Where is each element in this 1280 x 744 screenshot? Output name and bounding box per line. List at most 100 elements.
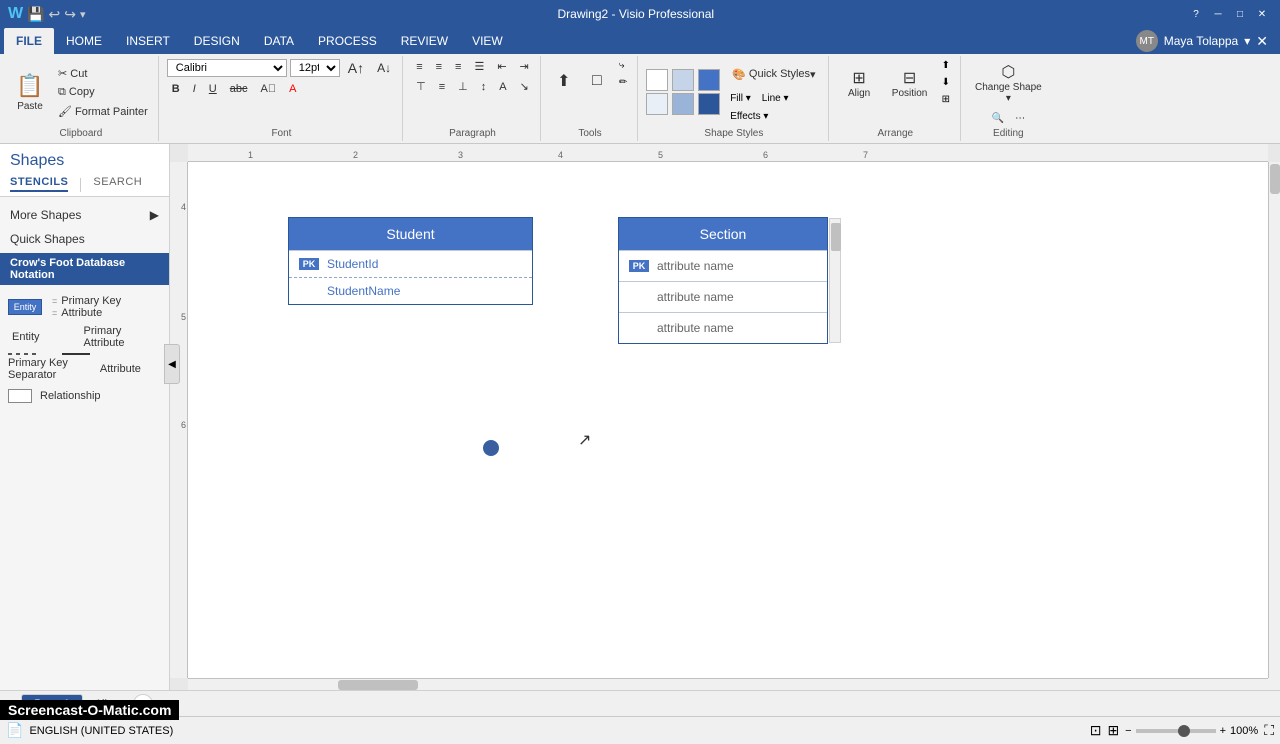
student-entity[interactable]: Student PK StudentId StudentName: [288, 217, 533, 305]
quick-access-toolbar[interactable]: W 💾 ↩ ↪ ▾: [8, 5, 86, 23]
close-btn[interactable]: ✕: [1252, 4, 1272, 24]
format-painter-button[interactable]: 🖌 Format Painter: [54, 103, 152, 120]
tab-process[interactable]: PROCESS: [306, 28, 389, 54]
scrollbar-v-thumb[interactable]: [1270, 164, 1280, 194]
help-btn[interactable]: ?: [1186, 4, 1206, 24]
valign-mid-btn[interactable]: ≡: [434, 79, 450, 95]
quick-shapes-item[interactable]: Quick Shapes: [0, 227, 169, 251]
minimize-btn[interactable]: ─: [1208, 4, 1228, 24]
style-swatch-5[interactable]: [672, 93, 694, 115]
window-controls[interactable]: ? ─ □ ✕: [1186, 4, 1272, 24]
ribbon-tabs[interactable]: FILE HOME INSERT DESIGN DATA PROCESS REV…: [0, 28, 1280, 54]
pk-shape-entry[interactable]: = = Primary KeyAttribute: [52, 295, 121, 319]
zoom-in-btn[interactable]: +: [1220, 725, 1226, 737]
ribbon-close-btn[interactable]: ✕: [1256, 33, 1268, 50]
text-dir-btn[interactable]: A: [494, 79, 511, 95]
user-name[interactable]: Maya Tolappa: [1164, 34, 1239, 48]
paste-button[interactable]: 📋 Paste: [10, 62, 50, 122]
strikethrough-btn[interactable]: abc: [225, 81, 253, 97]
align-left-btn[interactable]: ≡: [411, 59, 427, 75]
style-swatch-3[interactable]: [698, 69, 720, 91]
italic-btn[interactable]: I: [188, 81, 201, 97]
fullscreen-btn[interactable]: ⛶: [1264, 722, 1274, 739]
tab-file[interactable]: FILE: [4, 28, 54, 54]
search-tab[interactable]: SEARCH: [93, 176, 142, 192]
style-swatch-6[interactable]: [698, 93, 720, 115]
clear-format-btn[interactable]: A⃝: [256, 81, 282, 97]
scrollbar-h-thumb[interactable]: [338, 680, 418, 690]
align-btn[interactable]: ⊞ Align: [837, 58, 882, 108]
canvas-area[interactable]: 1 2 3 4 5 6 7 4 5 6 Student PK: [170, 144, 1280, 690]
section-entity[interactable]: Section PK attribute name attribute name…: [618, 217, 828, 344]
send-backward-btn[interactable]: ⬇: [938, 75, 954, 90]
font-family-select[interactable]: Calibri: [167, 59, 287, 77]
tab-review[interactable]: REVIEW: [389, 28, 460, 54]
style-swatch-1[interactable]: [646, 69, 668, 91]
student-row-studentid[interactable]: PK StudentId: [289, 250, 532, 277]
para-more-btn[interactable]: ↘: [515, 78, 534, 95]
section-row-2[interactable]: attribute name: [619, 281, 827, 312]
section-scrollbar[interactable]: [829, 218, 841, 343]
bullets-btn[interactable]: ☰: [469, 58, 489, 75]
pointer-tool-btn[interactable]: ⬆: [549, 58, 579, 103]
more-shapes-item[interactable]: More Shapes ▶: [0, 203, 169, 227]
separator-shape-entry[interactable]: [8, 353, 38, 355]
crows-foot-section[interactable]: Crow's Foot Database Notation: [0, 253, 169, 285]
attribute-shape-entry[interactable]: [62, 353, 90, 355]
stencils-tab[interactable]: STENCILS: [10, 176, 68, 192]
fit-page-btn[interactable]: ⊡: [1090, 722, 1102, 739]
increase-indent-btn[interactable]: ⇥: [515, 58, 534, 75]
quick-styles-btn[interactable]: 🎨 Quick Styles ▾: [726, 60, 821, 88]
canvas-scrollbar-h[interactable]: [188, 678, 1268, 690]
tab-data[interactable]: DATA: [252, 28, 306, 54]
font-size-select[interactable]: 12pt.: [290, 59, 340, 77]
effects-btn[interactable]: Effects ▾: [726, 109, 772, 124]
section-row-1[interactable]: PK attribute name: [619, 250, 827, 281]
shape-btn[interactable]: □: [582, 58, 612, 103]
style-swatch-2[interactable]: [672, 69, 694, 91]
tab-view[interactable]: VIEW: [460, 28, 515, 54]
relationship-shape-entry[interactable]: Relationship: [8, 389, 161, 403]
canvas[interactable]: Student PK StudentId StudentName Sectio: [188, 162, 1268, 678]
line-btn[interactable]: Line ▾: [758, 91, 793, 106]
spacing-btn[interactable]: ↕: [476, 79, 492, 95]
tab-design[interactable]: DESIGN: [182, 28, 252, 54]
redo-btn[interactable]: ↪: [64, 6, 76, 23]
align-center-btn[interactable]: ≡: [431, 59, 447, 75]
student-row-studentname[interactable]: StudentName: [289, 277, 532, 304]
grow-font-btn[interactable]: A↑: [343, 58, 369, 78]
group-btn[interactable]: ⊞: [938, 92, 954, 107]
bold-btn[interactable]: B: [167, 81, 185, 97]
valign-bot-btn[interactable]: ⊥: [453, 78, 473, 95]
sidebar-collapse-btn[interactable]: ◀: [164, 344, 180, 384]
cut-button[interactable]: ✂ Cut: [54, 65, 152, 82]
underline-btn[interactable]: U: [204, 81, 222, 97]
undo-btn[interactable]: ↩: [49, 6, 61, 23]
position-btn[interactable]: ⊟ Position: [885, 58, 935, 108]
decrease-indent-btn[interactable]: ⇤: [492, 58, 511, 75]
bring-forward-btn[interactable]: ⬆: [938, 58, 954, 73]
editing-more-btn[interactable]: ⋯: [1011, 111, 1029, 126]
copy-button[interactable]: ⧉ Copy: [54, 84, 152, 101]
valign-top-btn[interactable]: ⊤: [411, 78, 431, 95]
connector-btn[interactable]: ⤷: [615, 58, 631, 73]
style-swatch-4[interactable]: [646, 93, 668, 115]
font-color-btn[interactable]: A: [284, 81, 301, 97]
align-right-btn[interactable]: ≡: [450, 59, 466, 75]
pencil-btn[interactable]: ✏: [615, 75, 631, 90]
tab-insert[interactable]: INSERT: [114, 28, 182, 54]
section-row-3[interactable]: attribute name: [619, 312, 827, 343]
fill-btn[interactable]: Fill ▾: [726, 91, 755, 106]
zoom-slider[interactable]: [1136, 729, 1216, 733]
zoom-out-btn[interactable]: −: [1125, 725, 1131, 737]
maximize-btn[interactable]: □: [1230, 4, 1250, 24]
tab-home[interactable]: HOME: [54, 28, 114, 54]
canvas-scrollbar-v[interactable]: [1268, 162, 1280, 678]
change-shape-btn[interactable]: ⬡ Change Shape ▾: [969, 58, 1048, 108]
save-btn[interactable]: 💾: [27, 6, 44, 23]
shrink-font-btn[interactable]: A↓: [372, 59, 396, 77]
user-dropdown-icon[interactable]: ▾: [1244, 34, 1250, 48]
entity-shape-entry[interactable]: Entity: [8, 295, 42, 319]
find-btn[interactable]: 🔍: [988, 111, 1008, 126]
view-mode-btn[interactable]: ⊞: [1107, 722, 1119, 739]
